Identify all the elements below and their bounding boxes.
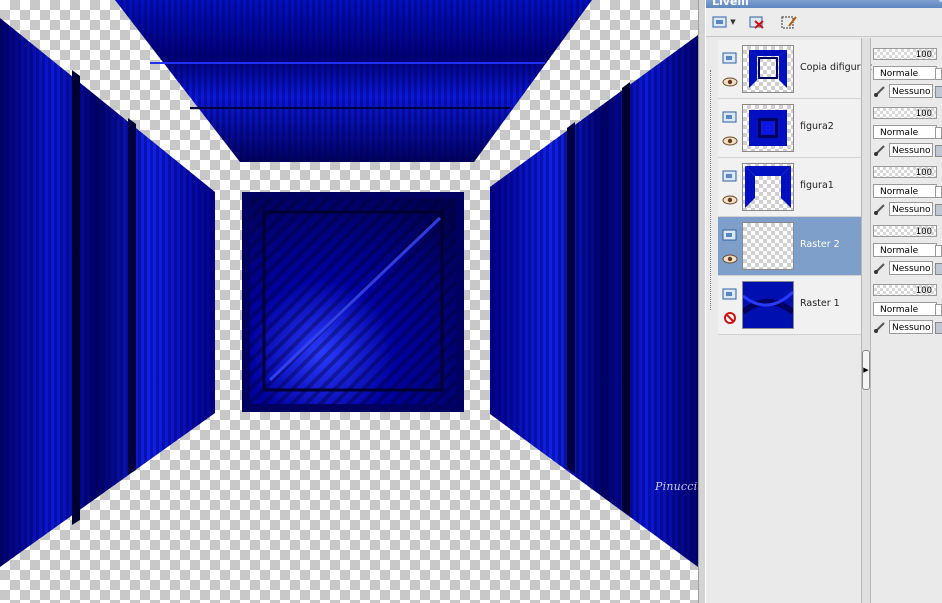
opacity-slider[interactable]: 100 bbox=[873, 225, 937, 237]
layer-name[interactable]: figura2 bbox=[800, 121, 834, 132]
blend-mode-value: Normale bbox=[880, 187, 919, 197]
layer-props-row: 100 Normale Nessuno bbox=[871, 280, 942, 338]
palette-titlebar[interactable]: Livelli ✎ bbox=[706, 0, 942, 8]
layer-row[interactable]: figura1 bbox=[718, 158, 864, 217]
blend-mode-value: Normale bbox=[880, 305, 919, 315]
eye-icon[interactable] bbox=[722, 193, 738, 207]
brush-icon[interactable] bbox=[873, 203, 887, 215]
blend-mode-select[interactable]: Normale bbox=[873, 125, 942, 139]
blend-mode-value: Normale bbox=[880, 246, 919, 256]
layer-props-row: 100 Normale Nessuno bbox=[871, 162, 942, 220]
mask-select[interactable]: Nessuno bbox=[889, 320, 933, 334]
lock-icon[interactable] bbox=[935, 86, 942, 98]
opacity-slider[interactable]: 100 bbox=[873, 107, 937, 119]
opacity-slider[interactable]: 100 bbox=[873, 284, 937, 296]
blend-mode-select[interactable]: Normale bbox=[873, 66, 942, 80]
expand-arrow-icon[interactable]: ▶ bbox=[862, 350, 870, 390]
blend-mode-value: Normale bbox=[880, 69, 919, 79]
mask-select[interactable]: Nessuno bbox=[889, 202, 933, 216]
mask-row: Nessuno bbox=[871, 84, 942, 98]
chevron-down-icon: ▼ bbox=[730, 18, 736, 26]
edit-selection-icon bbox=[781, 16, 797, 29]
lock-icon[interactable] bbox=[935, 204, 942, 216]
mask-row: Nessuno bbox=[871, 143, 942, 157]
blend-mode-value: Normale bbox=[880, 128, 919, 138]
layer-row-selected[interactable]: Raster 2 bbox=[718, 217, 864, 276]
layer-group-line bbox=[710, 70, 715, 310]
mask-row: Nessuno bbox=[871, 320, 942, 334]
mask-row: Nessuno bbox=[871, 261, 942, 275]
blend-mode-select[interactable]: Normale bbox=[873, 302, 942, 316]
mask-select[interactable]: Nessuno bbox=[889, 143, 933, 157]
layer-type-icon bbox=[722, 170, 737, 182]
lock-icon[interactable] bbox=[935, 145, 942, 157]
blend-mode-select[interactable]: Normale bbox=[873, 243, 942, 257]
layer-name[interactable]: Raster 1 bbox=[800, 298, 840, 309]
brush-icon[interactable] bbox=[873, 144, 887, 156]
brush-icon[interactable] bbox=[873, 321, 887, 333]
eye-icon[interactable] bbox=[722, 134, 738, 148]
opacity-slider[interactable]: 100 bbox=[873, 166, 937, 178]
image-canvas[interactable]: Pinuccia-www.maidiregrafica.eu 7/2013 bbox=[0, 0, 704, 603]
mask-select[interactable]: Nessuno bbox=[889, 261, 933, 275]
layer-name[interactable]: figura1 bbox=[800, 180, 834, 191]
layer-type-icon bbox=[722, 111, 737, 123]
layer-type-icon bbox=[722, 52, 737, 64]
layer-type-icon bbox=[722, 288, 737, 300]
layer-properties: 100 Normale Nessuno 100 Normale Nessuno … bbox=[871, 40, 942, 340]
watermark-text: Pinuccia-www.maidiregrafica.eu 7/2013 bbox=[655, 480, 704, 493]
delete-layer-icon bbox=[749, 16, 764, 29]
lock-icon[interactable] bbox=[935, 322, 942, 334]
opacity-slider[interactable]: 100 bbox=[873, 48, 937, 60]
eye-icon[interactable] bbox=[722, 75, 738, 89]
layer-props-row: 100 Normale Nessuno bbox=[871, 44, 942, 102]
mask-select[interactable]: Nessuno bbox=[889, 84, 933, 98]
new-layer-button[interactable]: ▼ bbox=[710, 12, 738, 32]
brush-icon[interactable] bbox=[873, 262, 887, 274]
layer-props-row: 100 Normale Nessuno bbox=[871, 221, 942, 279]
mask-row: Nessuno bbox=[871, 202, 942, 216]
new-layer-icon bbox=[712, 16, 727, 28]
hidden-layer-icon[interactable] bbox=[722, 311, 738, 325]
palette-splitter[interactable]: ▶ bbox=[861, 38, 871, 603]
layer-thumbnail bbox=[742, 222, 794, 270]
layer-type-icon bbox=[722, 229, 737, 241]
layer-row[interactable]: Raster 1 bbox=[718, 276, 864, 335]
lock-icon[interactable] bbox=[935, 263, 942, 275]
layer-props-row: 100 Normale Nessuno bbox=[871, 103, 942, 161]
layer-thumbnail bbox=[741, 281, 795, 329]
delete-layer-button[interactable] bbox=[746, 12, 768, 32]
pin-icon[interactable]: ✎ bbox=[936, 0, 942, 6]
palette-title: Livelli bbox=[712, 0, 749, 8]
layer-name[interactable]: Raster 2 bbox=[800, 239, 840, 250]
layers-palette: Livelli ✎ ▼ Copia difigura2 figura2 figu… bbox=[706, 0, 942, 603]
edit-selection-button[interactable] bbox=[778, 12, 800, 32]
layer-thumbnail bbox=[742, 104, 794, 152]
layer-list: Copia difigura2 figura2 figura1 Raster 2… bbox=[718, 40, 872, 336]
layers-toolbar: ▼ bbox=[706, 8, 942, 37]
brush-icon[interactable] bbox=[873, 85, 887, 97]
canvas-divider[interactable] bbox=[698, 0, 706, 603]
layer-row[interactable]: Copia difigura2 bbox=[718, 40, 872, 99]
layer-thumbnail bbox=[742, 163, 794, 211]
eye-icon[interactable] bbox=[722, 252, 738, 266]
layer-thumbnail bbox=[742, 45, 794, 93]
layer-row[interactable]: figura2 bbox=[718, 99, 864, 158]
corridor-artwork bbox=[0, 0, 698, 567]
blend-mode-select[interactable]: Normale bbox=[873, 184, 942, 198]
